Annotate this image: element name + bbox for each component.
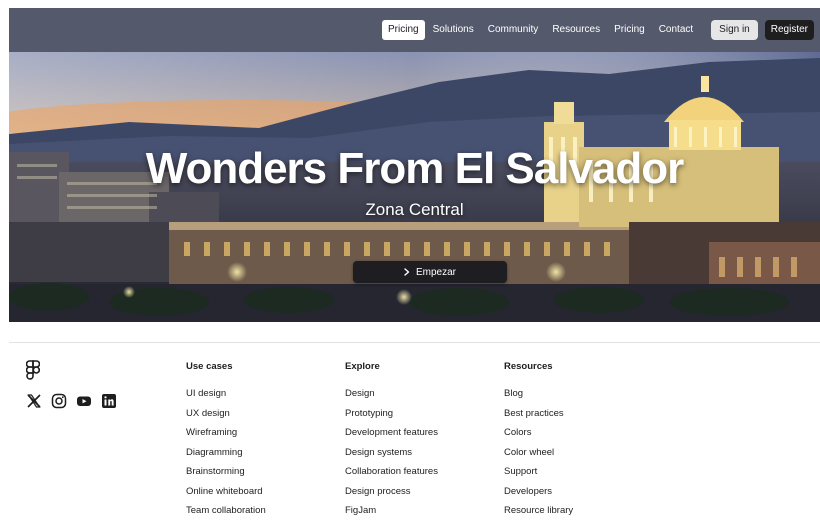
hero-banner: Wonders From El Salvador Zona Central Em… — [9, 52, 820, 322]
nav-link-resources[interactable]: Resources — [546, 20, 606, 40]
footer-column-title: Resources — [504, 361, 553, 372]
start-button-label: Empezar — [415, 266, 456, 278]
start-button[interactable]: Empezar — [353, 261, 507, 283]
footer-link-figjam[interactable]: FigJam — [345, 505, 438, 517]
footer-link-design-process[interactable]: Design process — [345, 486, 438, 498]
instagram-icon[interactable] — [51, 393, 67, 409]
nav-link-community[interactable]: Community — [482, 20, 545, 40]
footer-link-ux-design[interactable]: UX design — [186, 408, 266, 420]
footer-link-color-wheel[interactable]: Color wheel — [504, 447, 573, 459]
footer-column-title: Use cases — [186, 361, 233, 372]
footer-link-support[interactable]: Support — [504, 466, 573, 478]
main-nav: Pricing Solutions Community Resources Pr… — [382, 20, 699, 40]
footer-link-blog[interactable]: Blog — [504, 388, 573, 400]
nav-link-contact[interactable]: Contact — [653, 20, 699, 40]
nav-link-pricing[interactable]: Pricing — [382, 20, 425, 40]
footer-link-diagramming[interactable]: Diagramming — [186, 447, 266, 459]
footer-link-wireframing[interactable]: Wireframing — [186, 427, 266, 439]
footer-column-resources: Resources Blog Best practices Colors Col… — [504, 361, 573, 525]
youtube-icon[interactable] — [76, 393, 92, 409]
register-button[interactable]: Register — [764, 20, 814, 40]
footer-link-developers[interactable]: Developers — [504, 486, 573, 498]
footer-link-resource-library[interactable]: Resource library — [504, 505, 573, 517]
auth-buttons: Sign in Register — [711, 20, 814, 40]
footer-link-online-whiteboard[interactable]: Online whiteboard — [186, 486, 266, 498]
footer-link-design-systems[interactable]: Design systems — [345, 447, 438, 459]
top-navigation-bar: Pricing Solutions Community Resources Pr… — [9, 8, 820, 52]
footer-link-design[interactable]: Design — [345, 388, 438, 400]
footer-link-development-features[interactable]: Development features — [345, 427, 438, 439]
nav-link-solutions[interactable]: Solutions — [427, 20, 480, 40]
nav-link-pricing-secondary[interactable]: Pricing — [608, 20, 651, 40]
social-links — [26, 393, 117, 409]
hero-title: Wonders From El Salvador — [145, 144, 685, 193]
linkedin-icon[interactable] — [101, 393, 117, 409]
footer-link-collaboration-features[interactable]: Collaboration features — [345, 466, 438, 478]
footer-column-explore: Explore Design Prototyping Development f… — [345, 361, 438, 525]
footer-divider — [9, 342, 820, 343]
footer-link-brainstorming[interactable]: Brainstorming — [186, 466, 266, 478]
footer-column-use-cases: Use cases UI design UX design Wireframin… — [186, 361, 266, 525]
hero-subtitle: Zona Central — [365, 200, 464, 219]
footer-link-prototyping[interactable]: Prototyping — [345, 408, 438, 420]
figma-logo-icon[interactable] — [25, 360, 41, 386]
x-twitter-icon[interactable] — [26, 393, 42, 409]
footer-link-colors[interactable]: Colors — [504, 427, 573, 439]
footer-link-best-practices[interactable]: Best practices — [504, 408, 573, 420]
chevron-right-icon — [404, 268, 410, 276]
sign-in-button[interactable]: Sign in — [711, 20, 758, 40]
footer-column-title: Explore — [345, 361, 380, 372]
footer-link-ui-design[interactable]: UI design — [186, 388, 266, 400]
footer-link-team-collaboration[interactable]: Team collaboration — [186, 505, 266, 517]
